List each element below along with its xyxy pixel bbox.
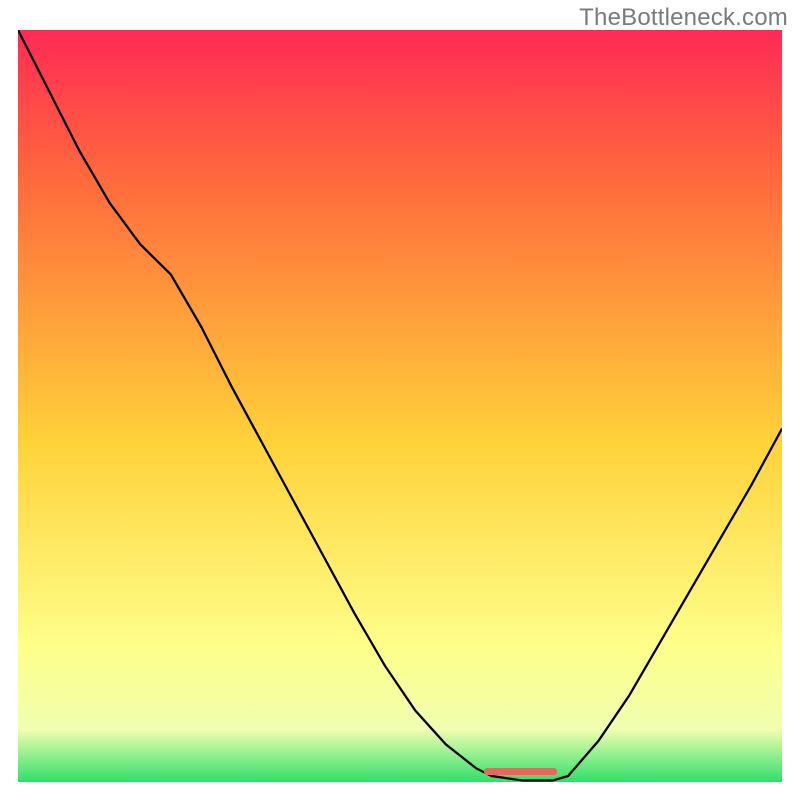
plot-area <box>18 30 782 782</box>
optimal-range-marker <box>484 768 557 775</box>
watermark-text: TheBottleneck.com <box>579 4 788 32</box>
background-rect <box>18 30 782 782</box>
chart-container: TheBottleneck.com <box>0 0 800 800</box>
chart-svg <box>18 30 782 782</box>
